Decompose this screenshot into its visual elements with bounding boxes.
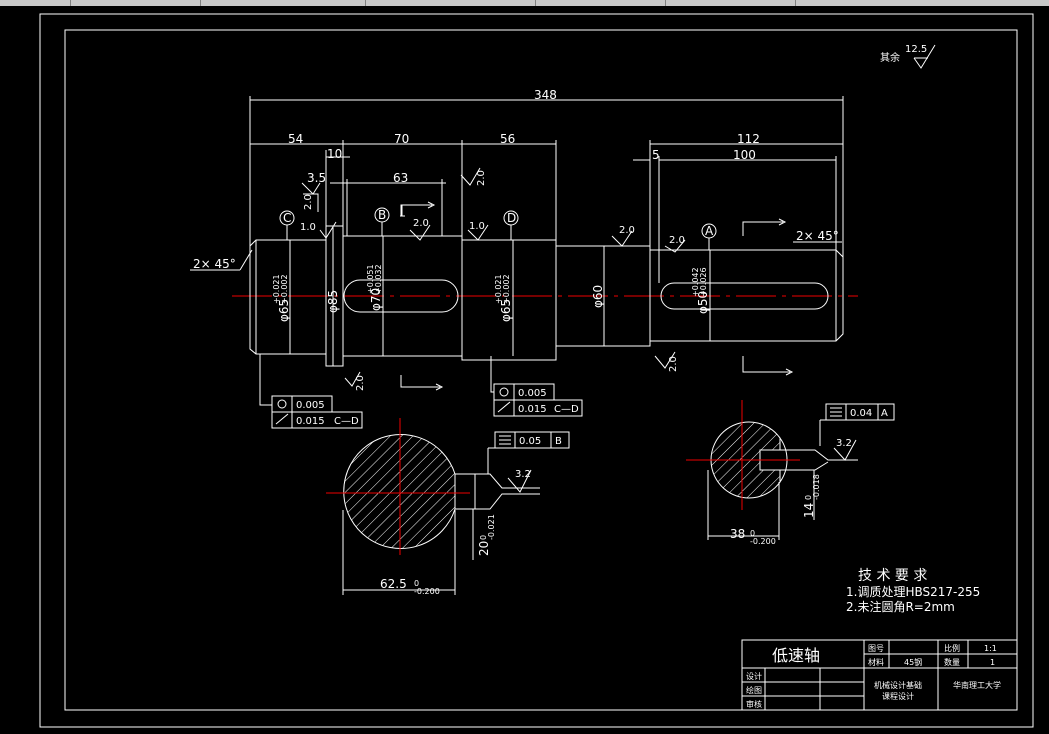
rough-2-0-g: 2.0 [355, 375, 366, 391]
fcf2-ref: C—D [554, 404, 579, 415]
tb-school: 华南理工大学 [953, 680, 1001, 690]
tb-sheji: 设计 [746, 671, 762, 681]
part-name: 低速轴 [772, 646, 820, 665]
rough-2-0-a: 2.0 [303, 194, 314, 210]
cad-drawing-canvas[interactable]: 其余 12.5 348 54 70 56 112 10 100 5 3.5 63… [0, 6, 1049, 734]
tol-50: +0.042+0.026 [691, 267, 708, 297]
datum-markers [279, 207, 717, 251]
notes-item-2: 2.未注圆角R=2mm [846, 599, 955, 614]
sec1-key-tol: 0-0.021 [479, 514, 496, 540]
drawing-sheet: 其余 12.5 348 54 70 56 112 10 100 5 3.5 63… [39, 13, 1034, 728]
datum-a: A [705, 224, 714, 238]
rough-2-0-f: 2.0 [668, 356, 679, 372]
dim-56: 56 [500, 132, 515, 146]
dim-112: 112 [737, 132, 760, 146]
notes-item-1: 1.调质处理HBS217-255 [846, 585, 980, 599]
tb-shuliang-val: 1 [990, 658, 995, 667]
tb-bili: 比例 [944, 643, 960, 653]
tb-shuliang: 数量 [944, 657, 960, 667]
tol-65-right: +0.021+0.002 [494, 274, 511, 304]
notes-title: 技 术 要 求 [858, 568, 927, 584]
sec2-width: 38 [730, 527, 745, 541]
dim-63: 63 [393, 171, 408, 185]
rough-2-0-c: 2.0 [413, 218, 429, 229]
fcf2-value-1: 0.005 [518, 388, 547, 399]
datum-c: C [283, 211, 291, 225]
dim-overall: 348 [534, 88, 557, 102]
fcf2-value-2: 0.015 [518, 404, 547, 415]
dim-10: 10 [327, 147, 342, 161]
tol-65-left: +0.021+0.002 [272, 274, 289, 304]
rough-2-0-d: 2.0 [619, 225, 635, 236]
dim-3-5: 3.5 [307, 171, 326, 185]
sec1-key: 20 [477, 541, 491, 556]
rough-3-2-left: 3.2 [515, 469, 531, 480]
chamfer-right: 2× 45° [796, 229, 839, 243]
tb-cailiao: 材料 [868, 657, 884, 667]
tb-shenhe: 审核 [746, 699, 762, 709]
tb-course-1: 机械设计基础 [874, 680, 922, 690]
dim-54: 54 [288, 132, 303, 146]
dim-70: 70 [394, 132, 409, 146]
tol-70: +0.051+0.032 [366, 264, 383, 294]
tb-tuhao: 图号 [868, 644, 884, 653]
dia-85: φ85 [326, 290, 340, 313]
rough-2-0-e: 2.0 [669, 235, 685, 246]
datum-b: B [378, 208, 386, 222]
sec2-key-tol: 0-0.018 [804, 474, 821, 500]
fcf3-value: 0.05 [519, 436, 541, 447]
dim-100: 100 [733, 148, 756, 162]
sec2-key: 14 [802, 503, 816, 518]
rough-note-value: 12.5 [905, 44, 927, 55]
fcf1-value-1: 0.005 [296, 400, 325, 411]
outer-frame [39, 13, 1034, 728]
sec1-width-tol: 0 -0.200 [414, 579, 440, 596]
chamfer-left: 2× 45° [193, 257, 236, 271]
datum-d: D [507, 211, 516, 225]
section-view-right [686, 400, 895, 540]
tb-bili-val: 1:1 [984, 644, 997, 653]
rough-2-0-b: 2.0 [476, 170, 487, 186]
tb-cailiao-val: 45钢 [904, 657, 922, 667]
rough-note-label: 其余 [880, 51, 900, 64]
fcf4-ref: A [881, 408, 888, 419]
fcf1-ref: C—D [334, 416, 359, 427]
rough-1-0-a: 1.0 [300, 222, 316, 233]
fcf4-value: 0.04 [850, 408, 872, 419]
dimension-lines [249, 96, 844, 283]
fcf1-value-2: 0.015 [296, 416, 325, 427]
tb-course-2: 课程设计 [882, 691, 914, 701]
tb-huitu: 绘图 [746, 685, 762, 695]
rough-1-0-b: 1.0 [469, 221, 485, 232]
rough-3-2-right: 3.2 [836, 438, 852, 449]
sec2-width-tol: 0 -0.200 [750, 529, 776, 546]
sec1-width: 62.5 [380, 577, 407, 591]
dim-5: 5 [652, 148, 660, 162]
dia-60: φ60 [591, 285, 605, 308]
fcf3-ref: B [555, 436, 562, 447]
